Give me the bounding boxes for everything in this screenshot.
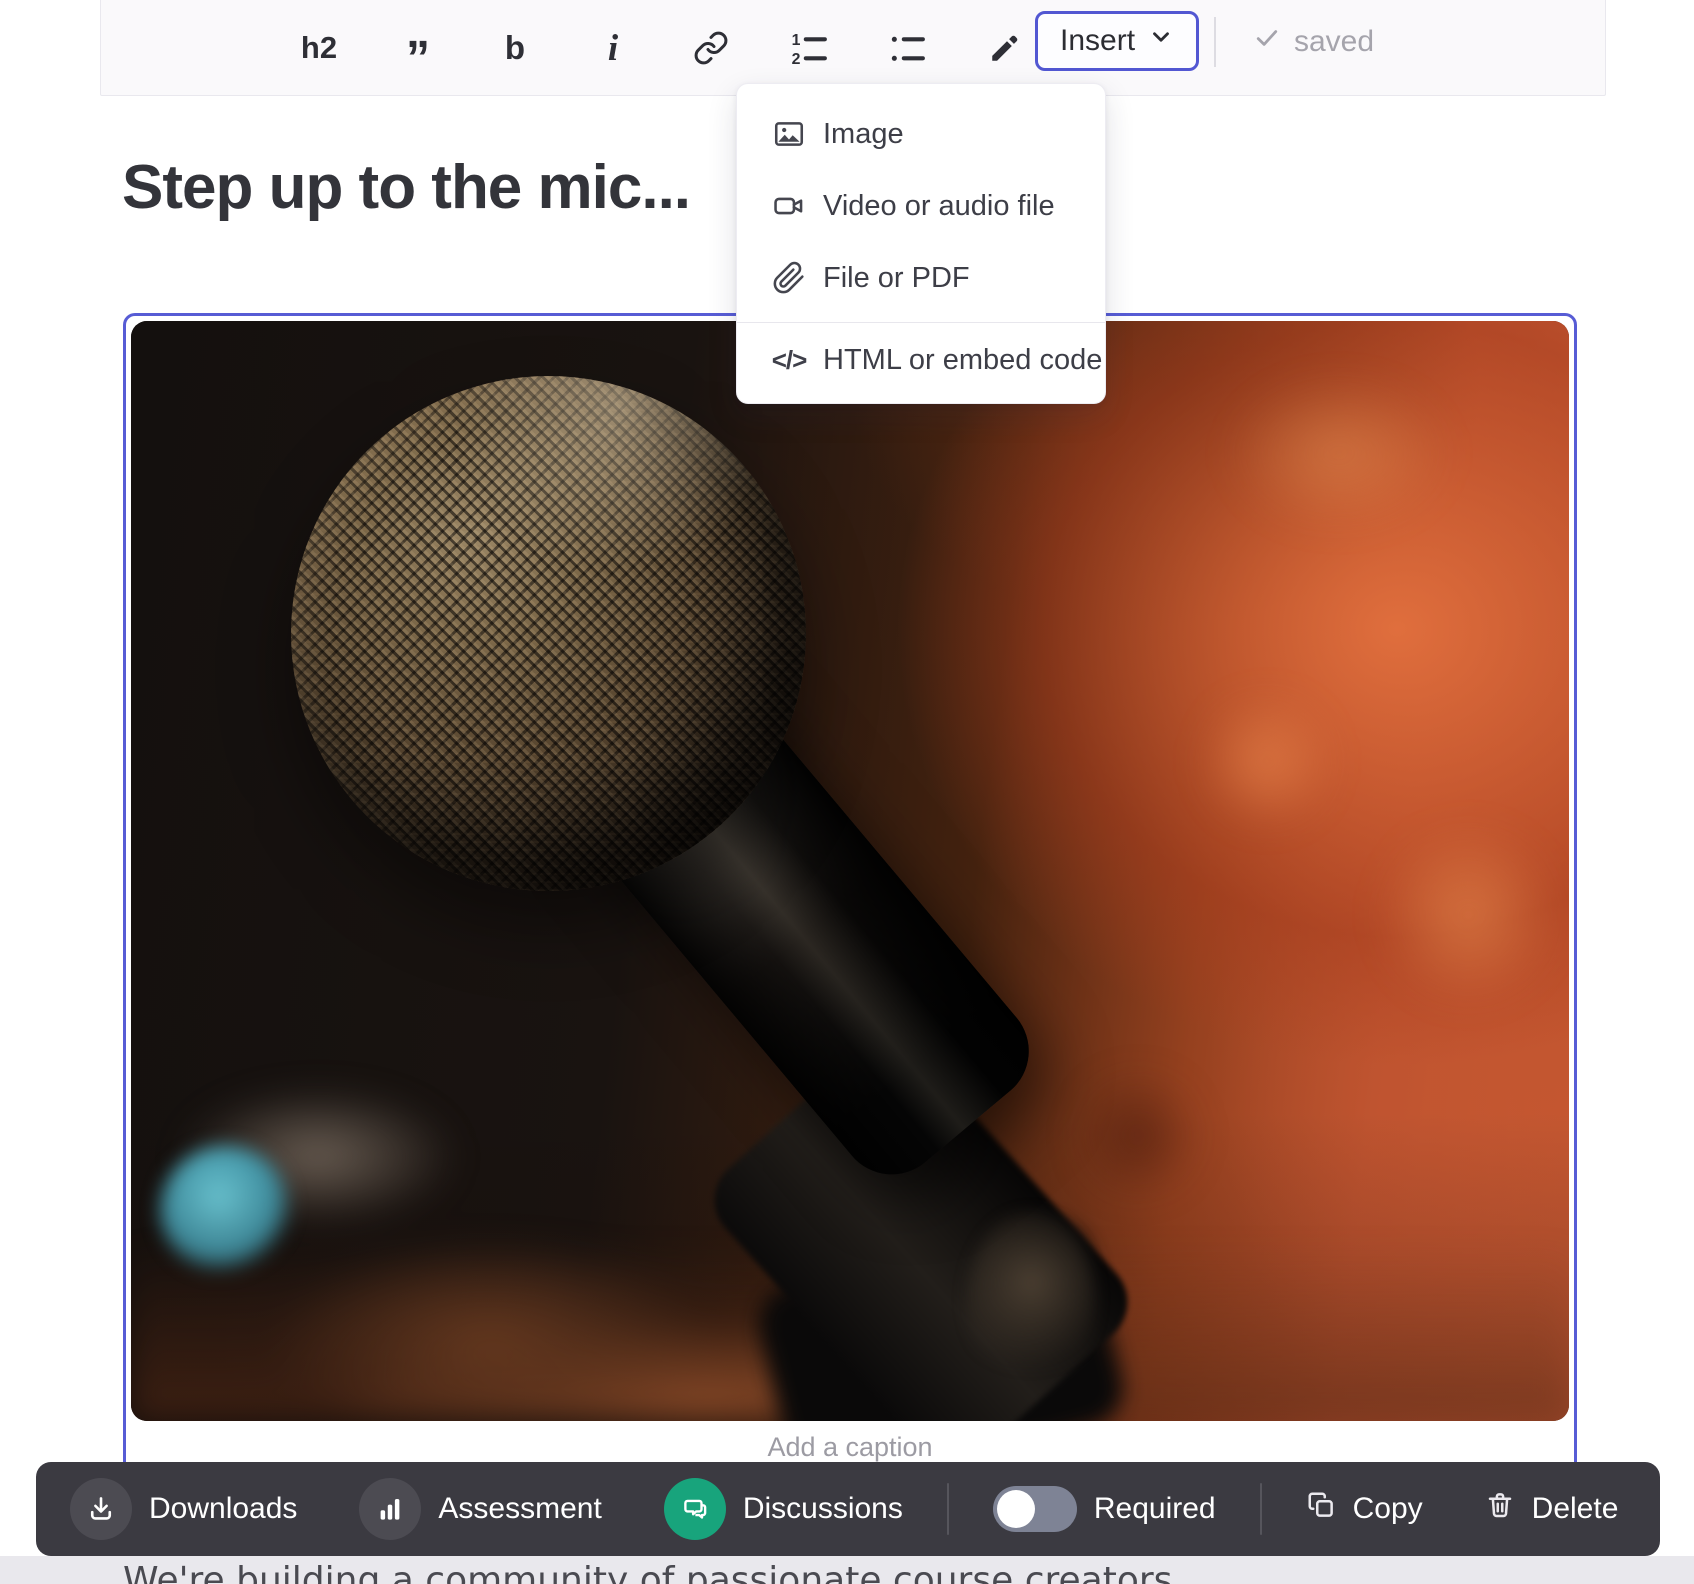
trash-icon — [1485, 1490, 1515, 1528]
link-button[interactable] — [691, 24, 731, 72]
check-icon — [1253, 24, 1281, 60]
bar-divider — [947, 1483, 949, 1535]
block-action-bar: Downloads Assessment Discussions Require… — [36, 1462, 1660, 1556]
required-label: Required — [1094, 1492, 1216, 1526]
discussions-chat-icon — [664, 1478, 726, 1540]
blockquote-button[interactable]: ” — [397, 34, 437, 82]
assessment-button[interactable]: Assessment — [359, 1478, 601, 1540]
bar-divider — [1260, 1483, 1262, 1535]
ordered-list-icon: 12 — [790, 29, 828, 67]
saved-label: saved — [1294, 25, 1374, 59]
copy-button[interactable]: Copy — [1306, 1490, 1423, 1528]
italic-button[interactable]: i — [593, 24, 633, 72]
mic-mount-highlight — [966, 1211, 1096, 1391]
delete-label: Delete — [1532, 1492, 1619, 1526]
downloads-label: Downloads — [149, 1492, 297, 1526]
copy-label: Copy — [1353, 1492, 1423, 1526]
bar-chart-icon — [359, 1478, 421, 1540]
paperclip-icon — [769, 258, 809, 298]
bullet-list-icon — [888, 29, 926, 67]
microphone-image[interactable] — [131, 321, 1569, 1421]
copy-icon — [1306, 1490, 1336, 1528]
insert-dropdown-button[interactable]: Insert — [1035, 11, 1199, 71]
menu-item-label: File or PDF — [823, 262, 970, 295]
discussions-label: Discussions — [743, 1492, 903, 1526]
formatting-toolbar: h2 ” b i 12 Insert saved — [100, 0, 1606, 96]
menu-item-label: Image — [823, 118, 904, 151]
content-below: We're building a community of passionate… — [0, 1556, 1694, 1584]
image-caption-placeholder[interactable]: Add a caption — [123, 1432, 1577, 1463]
insert-menu: Image Video or audio file File or PDF </… — [736, 83, 1106, 404]
save-status: saved — [1253, 0, 1374, 90]
assessment-label: Assessment — [438, 1492, 601, 1526]
menu-item-image[interactable]: Image — [737, 98, 1105, 170]
link-icon — [693, 30, 729, 66]
menu-item-label: HTML or embed code — [823, 344, 1102, 377]
bullet-list-button[interactable] — [887, 24, 927, 72]
lesson-title[interactable]: Step up to the mic... — [122, 152, 690, 223]
discussions-button[interactable]: Discussions — [664, 1478, 903, 1540]
required-toggle[interactable] — [993, 1486, 1077, 1532]
bold-button[interactable]: b — [495, 24, 535, 72]
menu-item-file-pdf[interactable]: File or PDF — [737, 242, 1105, 314]
mic-grille — [291, 376, 806, 891]
pen-icon — [988, 31, 1022, 65]
menu-item-label: Video or audio file — [823, 190, 1055, 223]
video-camera-icon — [769, 186, 809, 226]
body-text-preview[interactable]: We're building a community of passionate… — [123, 1560, 1172, 1584]
required-toggle-group: Required — [993, 1486, 1216, 1532]
ordered-list-button[interactable]: 12 — [789, 24, 829, 72]
menu-divider — [737, 322, 1105, 323]
svg-text:2: 2 — [792, 51, 801, 67]
svg-text:1: 1 — [792, 32, 801, 49]
menu-item-video-audio[interactable]: Video or audio file — [737, 170, 1105, 242]
menu-item-html-embed[interactable]: </> HTML or embed code — [737, 327, 1105, 393]
downloads-button[interactable]: Downloads — [70, 1478, 297, 1540]
heading2-button[interactable]: h2 — [299, 24, 339, 72]
image-icon — [769, 114, 809, 154]
download-icon — [70, 1478, 132, 1540]
toolbar-divider — [1214, 17, 1216, 67]
toggle-knob — [997, 1490, 1035, 1528]
code-icon: </> — [769, 340, 809, 380]
insert-label: Insert — [1060, 24, 1135, 58]
highlight-pen-button[interactable] — [985, 24, 1025, 72]
delete-button[interactable]: Delete — [1485, 1490, 1619, 1528]
chevron-down-icon — [1148, 24, 1174, 58]
selected-image-block[interactable] — [123, 313, 1577, 1584]
